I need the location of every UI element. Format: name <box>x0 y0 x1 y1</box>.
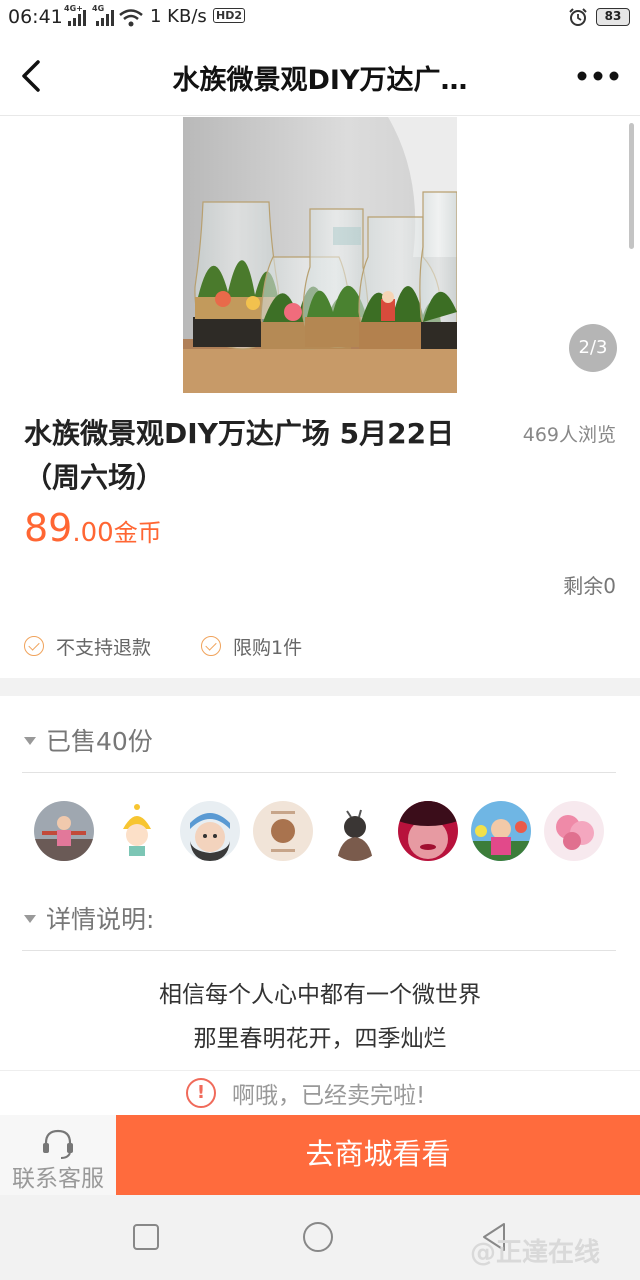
page-indicator: 2/3 <box>569 324 617 372</box>
contact-service-button[interactable]: 联系客服 <box>0 1115 116 1195</box>
details-section-header[interactable]: 详情说明: <box>24 898 154 938</box>
price-integer: 89 <box>24 506 73 550</box>
stock-remaining: 剩余0 <box>563 574 616 598</box>
status-time: 06:41 <box>8 6 63 28</box>
hd-voice-icon: HD2 <box>213 8 245 23</box>
caret-down-icon <box>24 915 36 923</box>
scrollbar[interactable] <box>629 123 634 249</box>
exclamation-circle-icon: ! <box>186 1078 216 1108</box>
recent-apps-icon[interactable] <box>130 1221 162 1253</box>
product-photo[interactable] <box>183 117 457 393</box>
signal-icon: 4G+ <box>64 4 86 26</box>
avatar[interactable] <box>34 801 94 861</box>
avatar[interactable] <box>252 801 313 861</box>
sold-section-header[interactable]: 已售40份 <box>24 720 153 760</box>
wifi-icon <box>119 9 143 27</box>
contact-service-label: 联系客服 <box>12 1166 104 1192</box>
avatar[interactable] <box>543 801 604 861</box>
chevron-left-icon[interactable] <box>14 56 54 96</box>
go-to-mall-button[interactable]: 去商城看看 <box>116 1115 640 1195</box>
watermark: @正達在线 <box>470 1238 601 1268</box>
buyer-avatars <box>34 801 604 863</box>
more-horizontal-icon[interactable] <box>574 56 622 96</box>
bottom-action-bar: 联系客服 去商城看看 <box>0 1115 640 1195</box>
divider <box>22 772 616 773</box>
tag-purchase-limit: 限购1件 <box>201 632 302 660</box>
avatar[interactable] <box>106 801 167 861</box>
section-divider <box>0 678 640 696</box>
battery-icon: 83 <box>596 8 630 26</box>
alarm-icon <box>569 8 587 26</box>
nav-bar: 水族微景观DIY万达广… <box>0 36 640 116</box>
soldout-text: 啊哦，已经卖完啦! <box>232 1083 426 1109</box>
page-title: 水族微景观DIY万达广… <box>172 65 468 96</box>
avatar[interactable] <box>179 801 240 861</box>
tag-label: 限购1件 <box>233 636 303 659</box>
product-price: 89.00金币 <box>24 506 162 550</box>
tag-label: 不支持退款 <box>56 636 152 659</box>
tag-no-refund: 不支持退款 <box>24 632 151 660</box>
details-text-line: 相信每个人心中都有一个微世界 <box>159 982 481 1008</box>
home-icon[interactable] <box>302 1221 334 1253</box>
details-heading: 详情说明: <box>46 905 155 934</box>
avatar[interactable] <box>471 801 532 861</box>
product-title: 水族微景观DIY万达广场 5月22日（周六场） <box>24 417 455 494</box>
caret-down-icon <box>24 737 36 745</box>
sold-count: 已售40份 <box>46 727 153 756</box>
divider <box>22 950 616 951</box>
price-unit: 金币 <box>113 519 162 547</box>
avatar[interactable] <box>398 801 459 861</box>
headset-icon <box>43 1129 73 1159</box>
check-circle-icon <box>201 636 221 656</box>
view-count: 469人浏览 <box>522 424 616 446</box>
avatar[interactable] <box>325 801 386 861</box>
details-text-line: 那里春明花开，四季灿烂 <box>193 1026 447 1052</box>
network-speed: 1 KB/s <box>150 6 207 27</box>
soldout-notice: ! 啊哦，已经卖完啦! <box>0 1070 640 1115</box>
product-gallery[interactable]: 2/3 <box>0 117 640 395</box>
price-decimal: .00 <box>72 518 114 548</box>
status-bar: 06:41 4G+ 4G 1 KB/s HD2 83 <box>0 0 640 36</box>
check-circle-icon <box>24 636 44 656</box>
signal-icon: 4G <box>92 4 114 26</box>
